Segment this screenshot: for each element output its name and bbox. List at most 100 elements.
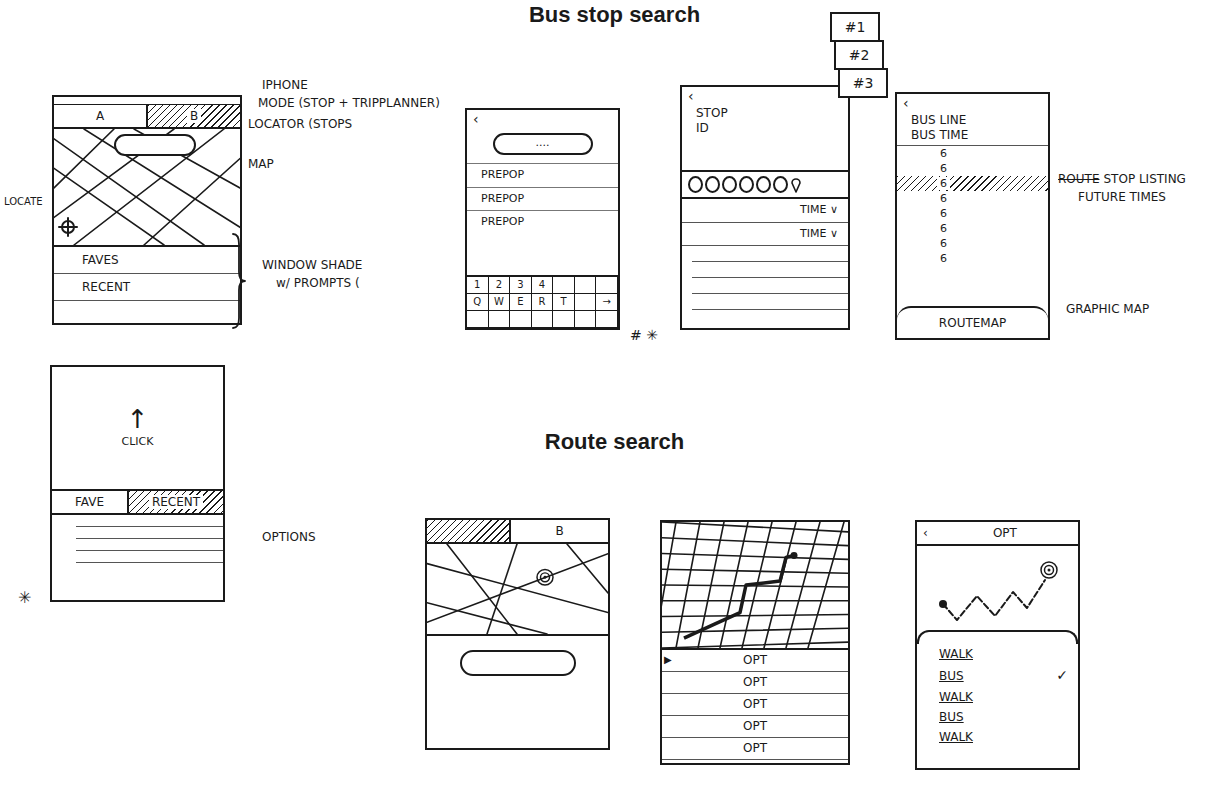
- key[interactable]: 3: [510, 277, 532, 294]
- tab[interactable]: [427, 520, 511, 542]
- marker-icon: ▶: [664, 650, 672, 670]
- empty-row: [692, 294, 848, 310]
- tab[interactable]: B: [511, 520, 608, 542]
- list-item[interactable]: RECENT: [54, 274, 240, 301]
- back-button[interactable]: ‹: [682, 87, 848, 106]
- check-icon: ✓: [1056, 665, 1068, 686]
- result-card[interactable]: #3: [838, 68, 888, 98]
- map[interactable]: [427, 544, 608, 636]
- key[interactable]: W: [489, 294, 511, 311]
- key[interactable]: 4: [532, 277, 554, 294]
- search-field[interactable]: [460, 650, 576, 676]
- key[interactable]: [532, 311, 554, 328]
- enter-key[interactable]: →: [596, 294, 618, 311]
- stop-row[interactable]: 6: [897, 146, 1048, 161]
- stop-row[interactable]: 6: [897, 191, 1048, 206]
- leg-label: BUS: [939, 667, 964, 685]
- result-card[interactable]: #2: [834, 40, 884, 70]
- key[interactable]: [510, 311, 532, 328]
- sketch-canvas: Bus stop searchRoute searchABFAVESRECENT…: [0, 0, 1229, 797]
- annotation: LOCATE: [4, 196, 43, 208]
- stop-row[interactable]: 6: [897, 206, 1048, 221]
- route-leg[interactable]: WALK: [917, 644, 1078, 664]
- leg-label: WALK: [939, 645, 973, 663]
- back-button[interactable]: ‹: [897, 94, 1048, 113]
- search-field[interactable]: ....: [493, 133, 593, 155]
- annotation: LOCATOR (STOPS: [248, 117, 352, 131]
- phone-screen: ‹BUS LINEBUS TIME66666666ROUTEMAP: [895, 92, 1050, 340]
- stop-row[interactable]: 6: [897, 251, 1048, 266]
- route-option[interactable]: OPT: [662, 716, 848, 738]
- annotation: ROUTESTOP LISTING: [1058, 172, 1186, 186]
- tab[interactable]: A: [54, 105, 148, 127]
- phone-screen: ‹OPTWALKBUS✓WALKBUSWALK: [915, 520, 1080, 770]
- empty-row: [692, 278, 848, 294]
- tab[interactable]: RECENT: [129, 491, 223, 513]
- key[interactable]: [575, 311, 597, 328]
- tab[interactable]: B: [148, 105, 240, 127]
- key[interactable]: [596, 277, 618, 294]
- prepop-item[interactable]: PREPOP: [467, 210, 618, 234]
- stop-row[interactable]: 6: [897, 161, 1048, 176]
- key[interactable]: [553, 311, 575, 328]
- annotation: MODE (STOP + TRIPPLANNER): [258, 96, 440, 110]
- stop-label: 6: [937, 207, 950, 220]
- crosshair-icon[interactable]: [58, 217, 78, 237]
- back-button[interactable]: ‹: [923, 524, 928, 542]
- route-option[interactable]: OPT: [662, 672, 848, 694]
- tab-label: RECENT: [149, 495, 203, 509]
- route-leg[interactable]: BUS ✓: [917, 664, 1078, 687]
- key[interactable]: [575, 294, 597, 311]
- option-line: [76, 538, 223, 539]
- tab-label: A: [93, 109, 107, 123]
- marks: # ✳: [630, 327, 658, 344]
- stop-label: 6: [937, 237, 950, 250]
- key[interactable]: T: [553, 294, 575, 311]
- leg-label: BUS: [939, 708, 964, 726]
- locator-field[interactable]: [114, 134, 196, 156]
- pin-icon: [790, 176, 802, 193]
- stop-title: ID: [682, 121, 848, 136]
- key[interactable]: 1: [467, 277, 489, 294]
- phone-screen: ‹STOPIDTIME ∨TIME ∨: [680, 85, 850, 330]
- phone-screen: B: [425, 518, 610, 750]
- route-leg[interactable]: BUS: [917, 707, 1078, 727]
- list-item[interactable]: FAVES: [54, 247, 240, 274]
- route-option[interactable]: OPT: [662, 738, 848, 760]
- annotation: MAP: [248, 157, 274, 171]
- routemap-button[interactable]: ROUTEMAP: [897, 306, 1048, 338]
- stop-row[interactable]: 6: [897, 236, 1048, 251]
- stop-dot: [739, 176, 754, 193]
- key[interactable]: [467, 311, 489, 328]
- stop-label: 6: [937, 192, 950, 205]
- prepop-item[interactable]: PREPOP: [467, 163, 618, 187]
- route-leg[interactable]: WALK: [917, 727, 1078, 747]
- key[interactable]: [489, 311, 511, 328]
- stop-row[interactable]: 6: [897, 176, 1048, 191]
- annotation: FUTURE TIMES: [1078, 190, 1166, 204]
- key[interactable]: 2: [489, 277, 511, 294]
- time-row[interactable]: TIME ∨: [682, 199, 848, 223]
- map[interactable]: [662, 522, 848, 650]
- prepop-item[interactable]: PREPOP: [467, 187, 618, 211]
- key[interactable]: [596, 311, 618, 328]
- key[interactable]: R: [532, 294, 554, 311]
- annotation: GRAPHIC MAP: [1066, 302, 1149, 316]
- leg-label: WALK: [939, 688, 973, 706]
- back-button[interactable]: ‹: [467, 110, 618, 129]
- result-card[interactable]: #1: [830, 12, 880, 42]
- route-leg[interactable]: WALK: [917, 687, 1078, 707]
- key[interactable]: [575, 277, 597, 294]
- map[interactable]: [54, 129, 240, 247]
- key[interactable]: E: [510, 294, 532, 311]
- stop-row[interactable]: 6: [897, 221, 1048, 236]
- tab-bar: FAVE RECENT: [52, 489, 223, 515]
- option-line: [76, 562, 223, 563]
- phone-screen: A B FAVESRECENT: [52, 95, 242, 325]
- route-option[interactable]: OPT: [662, 694, 848, 716]
- route-option[interactable]: ▶OPT: [662, 650, 848, 672]
- key[interactable]: [553, 277, 575, 294]
- key[interactable]: Q: [467, 294, 489, 311]
- tab[interactable]: FAVE: [52, 491, 129, 513]
- time-row[interactable]: TIME ∨: [682, 223, 848, 247]
